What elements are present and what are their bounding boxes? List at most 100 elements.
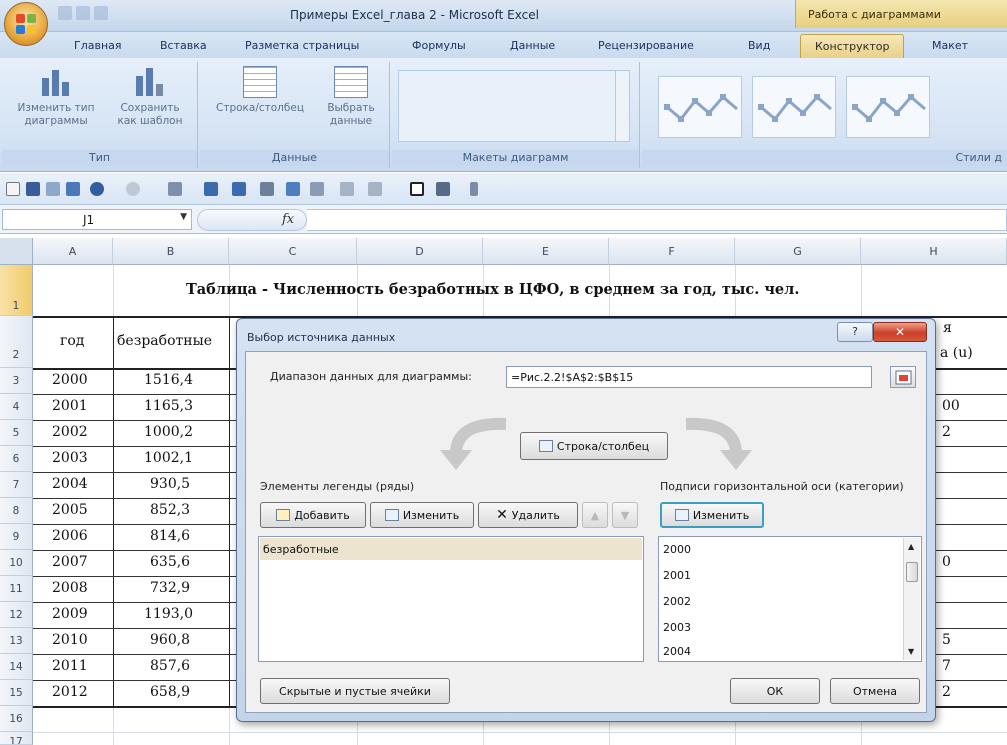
list-item[interactable]: 2000 — [663, 543, 691, 556]
redo-icon[interactable] — [126, 182, 140, 196]
undo-icon[interactable] — [90, 182, 104, 196]
tab-home[interactable]: Главная — [74, 39, 122, 52]
insert-function-button[interactable]: fx — [197, 209, 307, 231]
row-header-15[interactable]: 15 — [0, 680, 33, 706]
tab-data[interactable]: Данные — [510, 39, 555, 52]
cell-value[interactable]: 930,5 — [150, 476, 190, 492]
tab-insert[interactable]: Вставка — [160, 39, 207, 52]
column-header-h[interactable]: H — [861, 238, 1007, 265]
remove-series-button[interactable]: ✕ Удалить — [478, 502, 578, 528]
row-header-16[interactable]: 16 — [0, 706, 33, 732]
tab-formulas[interactable]: Формулы — [412, 39, 466, 52]
save-icon[interactable] — [58, 6, 72, 20]
add-series-button[interactable]: Добавить — [260, 502, 366, 528]
row-header-3[interactable]: 3 — [0, 368, 33, 394]
cell-year[interactable]: 2001 — [52, 398, 88, 414]
save-icon[interactable] — [26, 182, 40, 196]
row-header-10[interactable]: 10 — [0, 550, 33, 576]
cell-year[interactable]: 2008 — [52, 580, 88, 596]
cell-value[interactable]: 635,6 — [150, 554, 190, 570]
cell-value[interactable]: 960,8 — [150, 632, 190, 648]
cell-value[interactable]: 732,9 — [150, 580, 190, 596]
tab-layout[interactable]: Макет — [932, 39, 968, 52]
freeze-icon[interactable] — [260, 182, 274, 196]
list-item[interactable]: 2002 — [663, 595, 691, 608]
select-all-corner[interactable] — [0, 238, 33, 265]
table-icon[interactable] — [310, 182, 324, 196]
header-unemployed[interactable]: безработные — [117, 333, 212, 349]
row-header-4[interactable]: 4 — [0, 394, 33, 420]
select-data-button[interactable]: Выбрать данные — [318, 64, 384, 128]
sort-asc-icon[interactable] — [204, 182, 218, 196]
scroll-down-icon[interactable]: ▼ — [908, 647, 914, 656]
cell-year[interactable]: 2006 — [52, 528, 88, 544]
cell-year[interactable]: 2009 — [52, 606, 88, 622]
cell-value[interactable]: 658,9 — [150, 684, 190, 700]
cell-value[interactable]: 1002,1 — [144, 450, 193, 466]
chart-style-1[interactable] — [658, 76, 742, 138]
cell-year[interactable]: 2005 — [52, 502, 88, 518]
cell-year[interactable]: 2007 — [52, 554, 88, 570]
cell-value[interactable]: 1193,0 — [144, 606, 193, 622]
cancel-button[interactable]: Отмена — [830, 678, 920, 704]
column-header-e[interactable]: E — [483, 238, 609, 265]
scroll-thumb[interactable] — [906, 562, 918, 582]
save-as-template-button[interactable]: Сохранить как шаблон — [106, 64, 194, 128]
column-header-f[interactable]: F — [609, 238, 735, 265]
grid-icon[interactable] — [340, 182, 354, 196]
cell-value[interactable]: 852,3 — [150, 502, 190, 518]
row-header-12[interactable]: 12 — [0, 602, 33, 628]
insert-row-icon[interactable] — [168, 182, 182, 196]
collapse-dialog-icon[interactable] — [890, 366, 916, 388]
switch-row-column-button[interactable]: Строка/столбец — [206, 64, 314, 115]
borders-icon[interactable] — [368, 182, 382, 196]
filter-icon[interactable] — [286, 182, 300, 196]
tab-view[interactable]: Вид — [748, 39, 770, 52]
tab-review[interactable]: Рецензирование — [598, 39, 694, 52]
layouts-scroll[interactable] — [615, 71, 629, 141]
chevron-down-icon[interactable]: ▼ — [180, 212, 187, 222]
chart-layouts-gallery[interactable] — [398, 70, 630, 142]
edit-series-button[interactable]: Изменить — [370, 502, 474, 528]
cell-year[interactable]: 2010 — [52, 632, 88, 648]
legend-series-list[interactable]: безработные — [258, 536, 644, 662]
column-header-g[interactable]: G — [735, 238, 861, 265]
undo-icon[interactable] — [76, 6, 90, 20]
cell-h-fragment[interactable]: 5 — [942, 632, 951, 648]
cell-h-fragment[interactable]: 2 — [942, 424, 951, 440]
cell-h-fragment[interactable]: 00 — [942, 398, 960, 414]
print-preview-icon[interactable] — [46, 182, 60, 196]
cell-value[interactable]: 814,6 — [150, 528, 190, 544]
cell-h-fragment[interactable]: 0 — [942, 554, 951, 570]
cell-value[interactable]: 1165,3 — [144, 398, 193, 414]
cell-value[interactable]: 1516,4 — [144, 372, 193, 388]
row-header-9[interactable]: 9 — [0, 524, 33, 550]
tab-design[interactable]: Конструктор — [800, 34, 905, 58]
edit-axis-labels-button[interactable]: Изменить — [660, 502, 764, 528]
row-header-5[interactable]: 5 — [0, 420, 33, 446]
row-header-11[interactable]: 11 — [0, 576, 33, 602]
column-header-a[interactable]: A — [33, 238, 113, 265]
cell-h-fragment[interactable]: 2 — [942, 684, 951, 700]
cell-year[interactable]: 2004 — [52, 476, 88, 492]
column-header-c[interactable]: C — [229, 238, 357, 265]
cell-year[interactable]: 2000 — [52, 372, 88, 388]
name-box[interactable]: J1 ▼ — [2, 209, 192, 230]
formula-input[interactable] — [307, 209, 1007, 231]
ok-button[interactable]: ОК — [730, 678, 820, 704]
cell-year[interactable]: 2012 — [52, 684, 88, 700]
column-header-b[interactable]: B — [113, 238, 229, 265]
header-year[interactable]: год — [60, 333, 84, 349]
all-borders-icon[interactable] — [410, 182, 424, 196]
switch-row-column-dialog-button[interactable]: Строка/столбец — [520, 432, 668, 460]
new-file-icon[interactable] — [6, 182, 20, 196]
list-item[interactable]: 2003 — [663, 621, 691, 634]
row-header-17[interactable]: 17 — [0, 732, 33, 745]
list-item[interactable]: 2004 — [663, 645, 691, 658]
sort-desc-icon[interactable] — [232, 182, 246, 196]
scroll-up-icon[interactable]: ▲ — [908, 542, 914, 551]
chart-data-range-input[interactable]: =Рис.2.2!$A$2:$B$15 — [506, 366, 872, 388]
header-h-fragment[interactable]: а (u) — [940, 345, 973, 361]
chart-style-2[interactable] — [752, 76, 836, 138]
customize-toolbar-icon[interactable] — [470, 182, 478, 196]
